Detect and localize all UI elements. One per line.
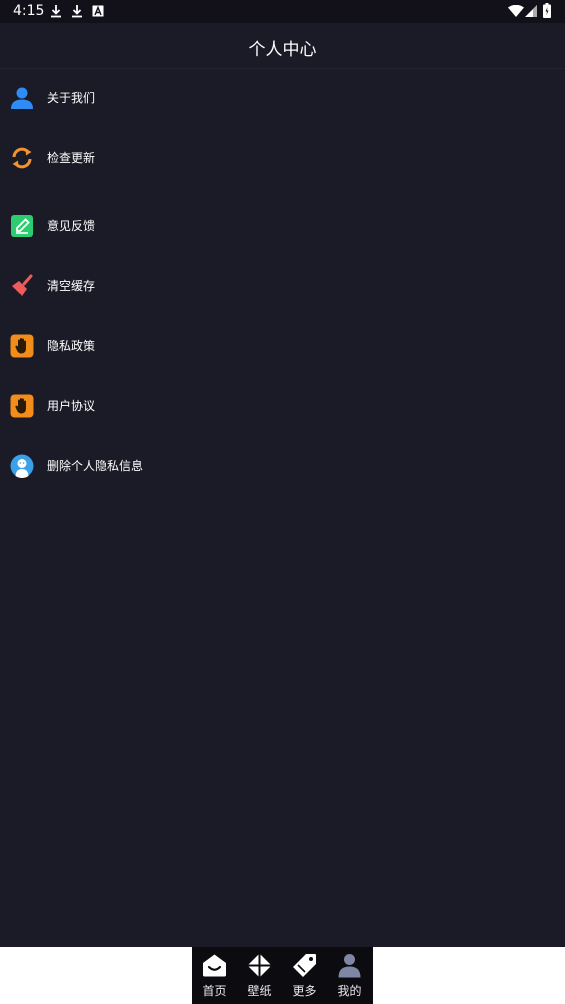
menu-item-label: 清空缓存 (47, 279, 96, 293)
page-title: 个人中心 (248, 40, 317, 60)
wallpaper-icon (247, 953, 272, 978)
tags-icon (293, 954, 316, 977)
menu-item-label: 隐私政策 (47, 339, 96, 353)
header: 个人中心 (0, 23, 565, 69)
menu-item-feedback[interactable]: 意见反馈 (0, 198, 565, 254)
bottom-tab-bar: 首页 壁纸 更多 我的 (192, 947, 373, 1004)
tab-label: 首页 (202, 984, 227, 998)
tab-more[interactable]: 更多 (282, 947, 327, 1004)
menu-item-label: 关于我们 (47, 91, 96, 105)
hand-icon (10, 394, 34, 418)
status-time: 4:15 (13, 3, 45, 19)
app-screen: 4:15 个人中心 关于我们 检查更新 意见反馈 清空缓存 隐私政策 用户协议 … (0, 0, 565, 947)
menu-item-check-update[interactable]: 检查更新 (0, 130, 565, 186)
tab-label: 我的 (337, 984, 362, 998)
tab-wallpaper[interactable]: 壁纸 (237, 947, 282, 1004)
profile-icon (338, 954, 361, 978)
font-a-icon (92, 5, 104, 17)
menu-item-label: 意见反馈 (47, 219, 96, 233)
tab-label: 壁纸 (247, 984, 272, 998)
menu-item-label: 用户协议 (47, 399, 96, 413)
wifi-icon (508, 5, 524, 17)
menu-item-privacy-policy[interactable]: 隐私政策 (0, 318, 565, 374)
status-bar: 4:15 (0, 0, 565, 23)
edit-icon (11, 215, 33, 237)
menu-item-user-agreement[interactable]: 用户协议 (0, 378, 565, 434)
home-icon (203, 954, 226, 977)
broom-icon (12, 274, 33, 298)
tab-label: 更多 (292, 984, 317, 998)
tab-mine[interactable]: 我的 (327, 947, 372, 1004)
refresh-icon (12, 147, 32, 169)
menu-item-clear-cache[interactable]: 清空缓存 (0, 258, 565, 314)
hand-icon (10, 334, 34, 358)
download-icon (51, 5, 61, 18)
menu-item-delete-privacy[interactable]: 删除个人隐私信息 (0, 438, 565, 494)
battery-icon (543, 3, 551, 18)
signal-icon (525, 5, 537, 17)
person-icon (11, 87, 33, 109)
avatar-icon (10, 454, 34, 478)
tab-home[interactable]: 首页 (192, 947, 237, 1004)
menu-item-label: 检查更新 (47, 151, 96, 165)
download-icon (72, 5, 82, 18)
menu-item-about[interactable]: 关于我们 (0, 70, 565, 126)
menu-item-label: 删除个人隐私信息 (47, 459, 144, 473)
